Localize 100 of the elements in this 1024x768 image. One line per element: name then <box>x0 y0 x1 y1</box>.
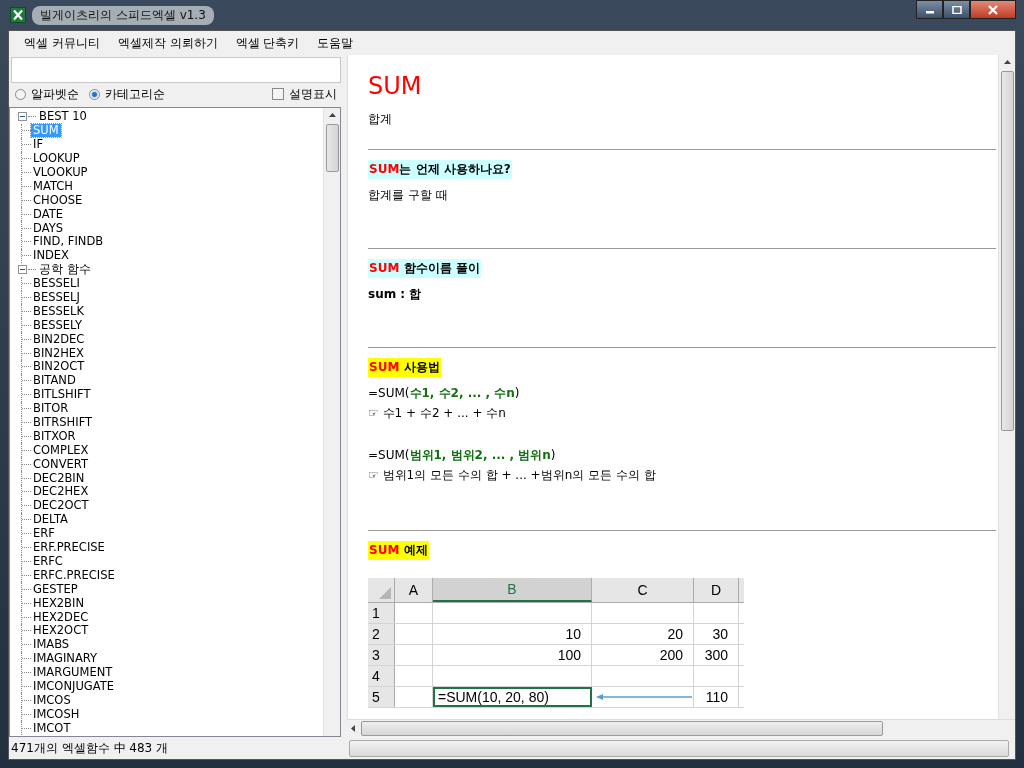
arrow-icon <box>596 693 692 701</box>
column-header: D <box>694 578 739 602</box>
section-text: 합계를 구할 때 <box>368 187 449 204</box>
function-description: 합계 <box>368 111 393 128</box>
tree-item[interactable]: MATCH <box>31 179 75 193</box>
section-text: sum : 합 <box>368 286 423 303</box>
sheet-cell: 20 <box>667 626 683 642</box>
menu-item[interactable]: 도움말 <box>310 32 361 54</box>
sheet-cell: =SUM(10, 20, 80) <box>438 689 549 705</box>
tree-item[interactable]: BIN2OCT <box>31 360 87 374</box>
collapse-icon[interactable] <box>18 265 27 275</box>
formula-syntax: =SUM(범위1, 범위2, ... , 범위n) <box>368 447 557 464</box>
section-heading: SUM 사용법 <box>368 358 441 377</box>
tree-item[interactable]: GESTEP <box>31 582 80 596</box>
tree-item[interactable]: INDEX <box>31 249 71 263</box>
tree-item[interactable]: BESSELY <box>31 318 84 332</box>
sort-radio[interactable]: 알파벳순 <box>15 85 79 103</box>
sort-radio[interactable]: 카테고리순 <box>89 85 165 103</box>
minimize-button[interactable] <box>916 0 943 19</box>
horizontal-scrollbar[interactable] <box>347 719 1015 737</box>
tree-item[interactable]: BITAND <box>31 374 78 388</box>
menu-item[interactable]: 엑셀 단축키 <box>228 32 307 54</box>
tree-item[interactable]: BESSELK <box>31 304 86 318</box>
formula-explanation: ☞ 범위1의 모든 수의 합 + ... +범위n의 모든 수의 합 <box>368 467 657 484</box>
maximize-button[interactable] <box>943 0 970 19</box>
scrollbar[interactable] <box>323 108 340 736</box>
tree-item[interactable]: BITRSHIFT <box>31 416 95 430</box>
close-button[interactable] <box>970 0 1016 19</box>
status-text: 471개의 엑셀함수 中 483 개 <box>11 739 169 757</box>
tree-item[interactable]: BIN2DEC <box>31 332 87 346</box>
tree-item[interactable]: IMCONJUGATE <box>31 679 116 693</box>
sheet-cell: 30 <box>712 626 728 642</box>
tree-item[interactable]: BESSELJ <box>31 291 82 304</box>
description-checkbox[interactable]: 설명표시 <box>272 85 337 103</box>
tree-item[interactable]: BEST 10 <box>37 110 89 124</box>
tree-item[interactable]: IMCOT <box>31 721 73 735</box>
scroll-thumb[interactable] <box>325 124 339 172</box>
close-icon <box>987 4 999 15</box>
tree-item[interactable]: IMCOSH <box>31 707 82 721</box>
section-heading: SUM 예제 <box>368 541 429 560</box>
tree-item[interactable]: FIND, FINDB <box>31 235 106 249</box>
tree-item[interactable]: IMAGINARY <box>31 652 100 666</box>
tree-item[interactable]: IF <box>31 138 45 152</box>
function-title: SUM <box>368 71 423 101</box>
section-heading: SUM 함수이름 풀이 <box>368 259 481 278</box>
sheet-cell: 300 <box>704 647 728 663</box>
select-all-icon <box>379 587 391 599</box>
tree-item[interactable]: BITOR <box>31 402 71 416</box>
scroll-thumb[interactable] <box>1000 71 1014 431</box>
row-header: 2 <box>368 624 395 644</box>
tree-item[interactable]: HEX2BIN <box>31 596 86 610</box>
menu-item[interactable]: 엑셀 커뮤니티 <box>17 32 107 54</box>
maximize-icon <box>951 5 962 14</box>
tree-item[interactable]: CHOOSE <box>31 193 85 207</box>
section-heading: SUM는 언제 사용하나요? <box>368 160 512 179</box>
spreadsheet-icon <box>10 7 26 23</box>
sheet-cell: 100 <box>557 647 581 663</box>
column-header: C <box>592 578 694 602</box>
tree-item[interactable]: CONVERT <box>31 457 90 471</box>
tree-item[interactable]: BITLSHIFT <box>31 388 93 402</box>
scroll-up-icon[interactable] <box>1003 60 1011 64</box>
tree-item[interactable]: DAYS <box>31 221 65 235</box>
tree-item[interactable]: ERFC <box>31 554 65 568</box>
tree-item[interactable]: 공학 함수 <box>37 263 93 277</box>
row-header: 4 <box>368 666 395 686</box>
tree-item[interactable]: ERFC.PRECISE <box>31 568 117 582</box>
row-header: 5 <box>368 687 395 707</box>
scrollbar[interactable] <box>998 55 1015 719</box>
sheet-cell: 200 <box>659 647 683 663</box>
tree-item[interactable]: BIN2HEX <box>31 346 86 360</box>
tree-item[interactable]: DEC2BIN <box>31 471 87 485</box>
tree-item[interactable]: DELTA <box>31 513 70 527</box>
tree-item[interactable]: ERF <box>31 527 57 541</box>
formula-syntax: =SUM(수1, 수2, ... , 수n) <box>368 385 521 402</box>
tree-item[interactable]: IMCOS <box>31 693 73 707</box>
tree-item[interactable]: IMABS <box>31 638 72 652</box>
sheet-cell: 10 <box>565 626 581 642</box>
scroll-up-icon[interactable] <box>328 113 336 117</box>
window-title: 빌게이츠리의 스피드엑셀 v1.3 <box>32 5 214 25</box>
row-header: 1 <box>368 603 395 623</box>
search-field[interactable] <box>11 57 341 83</box>
tree-item[interactable]: DEC2OCT <box>31 499 91 513</box>
column-header: B <box>433 578 592 602</box>
tree-item[interactable]: BESSELI <box>31 277 82 291</box>
tree-item[interactable]: DATE <box>31 207 65 221</box>
menu-item[interactable]: 엑셀제작 의뢰하기 <box>110 32 225 54</box>
tree-item[interactable]: HEX2DEC <box>31 610 91 624</box>
tree-item[interactable]: DEC2HEX <box>31 485 91 499</box>
tree-item[interactable]: LOOKUP <box>31 152 82 166</box>
sheet-cell: 110 <box>705 689 728 705</box>
tree-item[interactable]: BITXOR <box>31 429 78 443</box>
tree-item[interactable]: HEX2OCT <box>31 624 91 638</box>
tree-item[interactable]: IMARGUMENT <box>31 666 115 680</box>
scroll-thumb[interactable] <box>361 721 883 736</box>
collapse-icon[interactable] <box>18 112 27 122</box>
tree-item[interactable]: COMPLEX <box>31 443 91 457</box>
tree-item[interactable]: ERF.PRECISE <box>31 541 107 555</box>
formula-explanation: ☞ 수1 + 수2 + ... + 수n <box>368 405 507 422</box>
tree-item[interactable]: VLOOKUP <box>31 166 90 179</box>
scroll-left-icon[interactable] <box>351 725 355 732</box>
